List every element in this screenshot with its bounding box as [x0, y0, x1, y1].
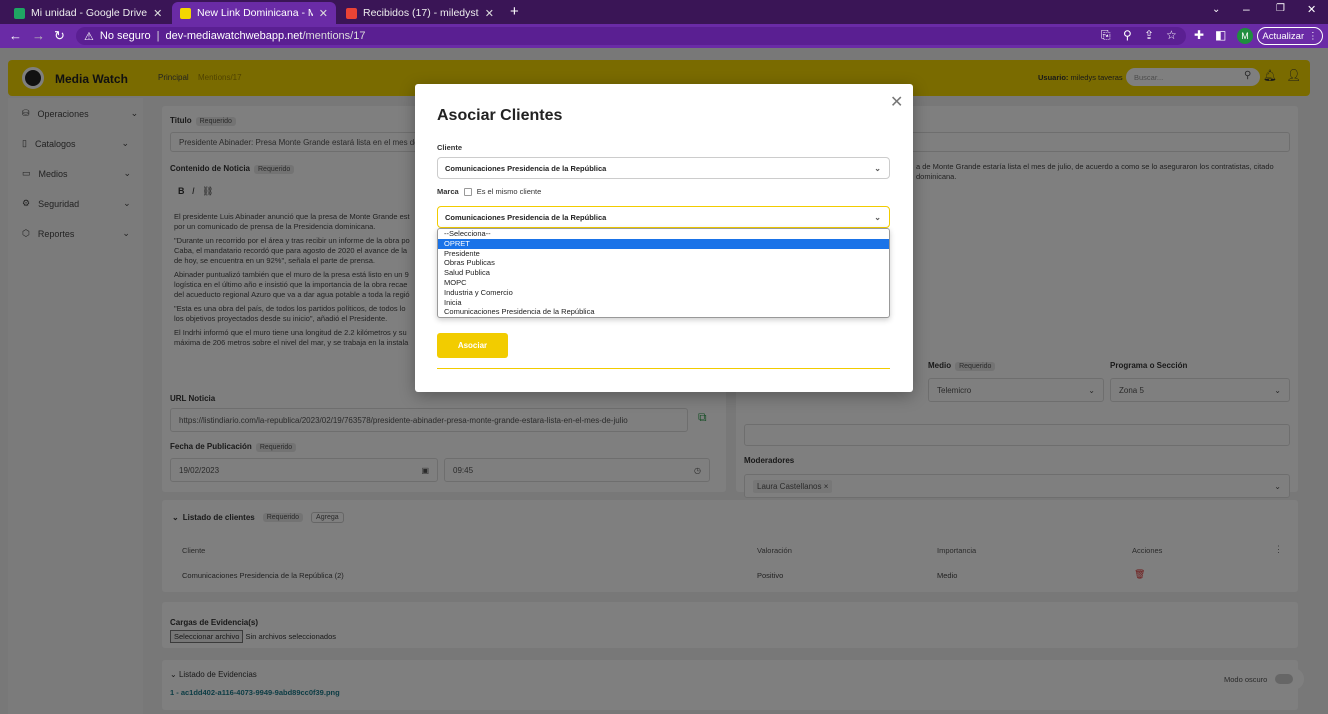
browser-tab-bar: Mi unidad - Google Drive ✕ New Link Domi… — [0, 0, 1328, 24]
close-tab-icon[interactable]: ✕ — [153, 7, 162, 20]
update-button[interactable]: Actualizar ⋮ — [1257, 27, 1323, 45]
modal-title: Asociar Clientes — [437, 107, 563, 124]
address-bar-row: ← → ↻ ⚠ No seguro | dev-mediawatchwebapp… — [0, 24, 1328, 48]
same-client-label: Es el mismo cliente — [476, 187, 542, 196]
marca-row: Marca Es el mismo cliente — [437, 187, 542, 196]
close-icon[interactable]: ✕ — [890, 92, 903, 112]
tab-search-chevron-icon[interactable]: ⌄ — [1212, 4, 1220, 15]
google-drive-favicon-icon — [14, 7, 25, 19]
profile-avatar[interactable]: M — [1237, 28, 1253, 44]
option-salud-publica[interactable]: Salud Publica — [438, 268, 889, 278]
translate-icon[interactable]: ⎘ — [1101, 28, 1111, 43]
side-panel-icon[interactable]: ◧ — [1215, 28, 1226, 42]
marca-select[interactable]: Comunicaciones Presidencia de la Repúbli… — [437, 206, 890, 228]
security-label: No seguro — [99, 30, 151, 42]
tab-title: New Link Dominicana - Media W — [197, 7, 313, 19]
tab-title: Mi unidad - Google Drive — [31, 7, 148, 19]
gmail-favicon-icon — [346, 7, 357, 19]
same-client-checkbox[interactable] — [463, 187, 472, 196]
option-industria-comercio[interactable]: Industria y Comercio — [438, 288, 889, 298]
marca-dropdown-list[interactable]: --Selecciona-- OPRET Presidente Obras Pu… — [437, 228, 890, 318]
share-icon[interactable]: ⇪ — [1144, 28, 1154, 42]
minimize-icon[interactable]: – — [1243, 2, 1250, 16]
chevron-down-icon: ⌄ — [874, 163, 881, 173]
tab-google-drive[interactable]: Mi unidad - Google Drive ✕ — [6, 2, 170, 24]
zoom-icon[interactable]: ⚲ — [1123, 28, 1132, 42]
option-obras-publicas[interactable]: Obras Publicas — [438, 258, 889, 268]
modal-divider — [437, 368, 890, 369]
restore-icon[interactable]: ❐ — [1276, 3, 1285, 14]
close-tab-icon[interactable]: ✕ — [319, 7, 328, 20]
tab-gmail[interactable]: Recibidos (17) - miledystaveras@ ✕ — [338, 2, 502, 24]
chevron-down-icon: ⌄ — [874, 212, 881, 222]
cliente-select[interactable]: Comunicaciones Presidencia de la Repúbli… — [437, 157, 890, 179]
url-host: dev-mediawatchwebapp.net/mentions/17 — [165, 30, 366, 42]
reload-icon[interactable]: ↻ — [54, 28, 65, 44]
back-icon[interactable]: ← — [9, 28, 22, 43]
close-window-icon[interactable]: ✕ — [1307, 3, 1316, 16]
extensions-icon[interactable]: ✚ — [1194, 28, 1204, 42]
bookmark-star-icon[interactable]: ☆ — [1166, 28, 1177, 42]
cliente-label: Cliente — [437, 143, 463, 152]
tab-title: Recibidos (17) - miledystaveras@ — [363, 7, 479, 19]
option-opret[interactable]: OPRET — [438, 238, 889, 249]
tab-media-watch[interactable]: New Link Dominicana - Media W ✕ — [172, 2, 336, 24]
warning-icon[interactable]: ⚠ — [84, 30, 94, 43]
option-inicia[interactable]: Inicia — [438, 298, 889, 308]
option-selecciona[interactable]: --Selecciona-- — [438, 229, 889, 239]
close-tab-icon[interactable]: ✕ — [485, 7, 494, 20]
new-tab-icon[interactable]: + — [510, 3, 519, 20]
url-box[interactable]: ⚠ No seguro | dev-mediawatchwebapp.net/m… — [76, 27, 1186, 45]
option-presidente[interactable]: Presidente — [438, 249, 889, 259]
option-comunicaciones-presidencia[interactable]: Comunicaciones Presidencia de la Repúbli… — [438, 307, 889, 317]
associate-button[interactable]: Asociar — [437, 333, 508, 358]
forward-icon[interactable]: → — [32, 28, 45, 43]
option-mopc[interactable]: MOPC — [438, 278, 889, 288]
media-watch-favicon-icon — [180, 7, 191, 19]
